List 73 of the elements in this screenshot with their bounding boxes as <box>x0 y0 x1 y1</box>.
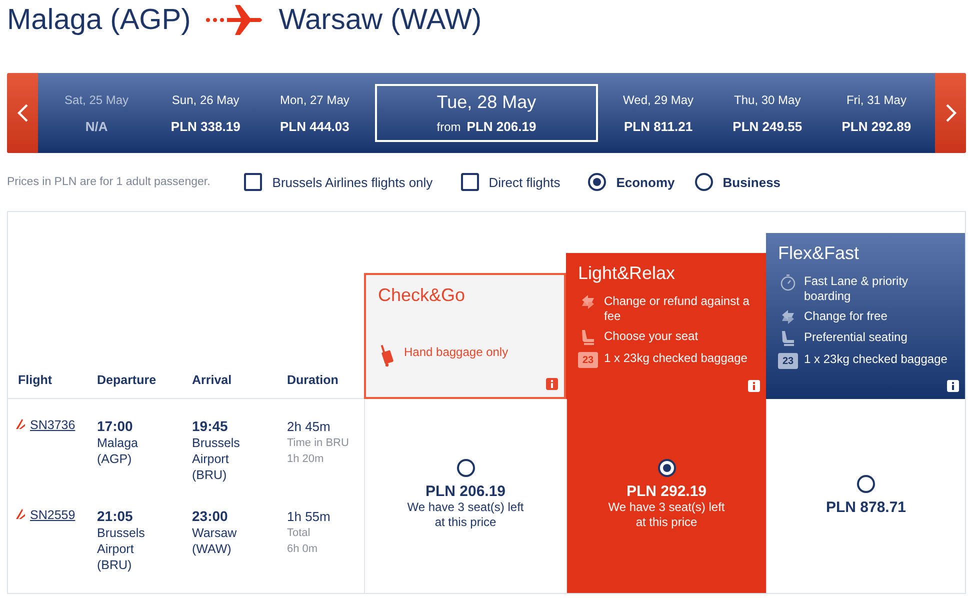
fare-price: PLN 292.19 <box>626 483 707 500</box>
seat-icon <box>780 330 796 347</box>
flight-number-link[interactable]: SN3736 <box>15 418 97 483</box>
fare-feature: 1 x 23kg checked baggage <box>804 352 948 367</box>
info-icon[interactable] <box>947 380 959 392</box>
price-note: Prices in PLN are for 1 adult passenger. <box>7 176 210 188</box>
column-header: Flight <box>18 373 54 387</box>
next-button[interactable] <box>935 73 966 153</box>
fare-feature: Preferential seating <box>804 330 908 345</box>
radio-button[interactable] <box>694 173 713 191</box>
duration-label: Time in BRU <box>287 436 350 451</box>
fare-feature: 1 x 23kg checked baggage <box>604 351 748 366</box>
destination-city: Warsaw (WAW) <box>278 4 482 36</box>
baggage-icon: 23 <box>578 352 598 368</box>
duration-value: 1h 20m <box>287 452 325 467</box>
date-option[interactable]: Mon, 27 May PLN 444.03 <box>260 92 370 134</box>
arrival-time: 19:45 <box>192 418 229 435</box>
seats-left-note: We have 3 seat(s) left at this price <box>406 500 525 530</box>
flight-number-link[interactable]: SN2559 <box>15 508 97 573</box>
departure-airport: Brussels Airport (BRU) <box>97 525 146 573</box>
fare-feature: Change for free <box>804 309 888 324</box>
arrival-time: 23:00 <box>192 508 229 525</box>
fare-name: Flex&Fast <box>778 243 860 264</box>
seat-icon <box>580 329 596 346</box>
column-header: Duration <box>287 373 340 387</box>
filter-checkbox[interactable]: Direct flights <box>460 173 560 191</box>
date-option[interactable]: Sun, 26 May PLN 338.19 <box>151 92 260 134</box>
column-header: Departure <box>97 373 158 387</box>
fare-feature: Change or refund against a fee <box>604 294 750 324</box>
fare-feature: Fast Lane & priority boarding <box>804 274 910 304</box>
stopwatch-icon <box>780 274 796 291</box>
flight-duration: 2h 45m <box>287 418 332 435</box>
radio-button[interactable] <box>588 173 606 191</box>
fare-name: Light&Relax <box>578 263 676 284</box>
date-option[interactable]: Tue, 28 May from PLN 206.19 <box>375 84 598 142</box>
swap-arrows-icon <box>780 309 796 325</box>
fare-price-cell[interactable]: PLN 292.19 We have 3 seat(s) left at this price <box>566 399 766 593</box>
cabin-radio[interactable]: Economy <box>588 173 675 191</box>
radio-button[interactable] <box>857 475 875 493</box>
previous-button[interactable] <box>7 73 38 153</box>
date-option[interactable]: Thu, 30 May PLN 249.55 <box>712 92 822 134</box>
baggage-icon: 23 <box>778 353 798 369</box>
departure-airport: Malaga (AGP) <box>97 435 139 467</box>
checkbox[interactable] <box>244 173 262 191</box>
arrival-airport: Brussels Airport (BRU) <box>192 435 241 483</box>
column-header: Arrival <box>192 373 233 387</box>
duration-label: Total <box>287 526 312 541</box>
airline-logo-icon <box>15 508 26 520</box>
luggage-icon <box>381 345 395 367</box>
fare-feature: Hand baggage only <box>404 345 508 360</box>
filter-checkbox[interactable]: Brussels Airlines flights only <box>244 173 433 191</box>
seats-left-note: We have 3 seat(s) left at this price <box>607 500 726 530</box>
date-option[interactable]: Wed, 29 May PLN 811.21 <box>604 92 713 134</box>
swap-arrows-icon <box>580 294 596 310</box>
radio-button[interactable] <box>658 459 676 477</box>
flight-duration: 1h 55m <box>287 508 332 525</box>
duration-value: 6h 0m <box>287 542 319 557</box>
fare-name: Check&Go <box>378 285 466 306</box>
date-option[interactable]: Fri, 31 May PLN 292.89 <box>822 92 931 134</box>
plane-icon <box>204 4 265 36</box>
fare-price: PLN 878.71 <box>826 499 906 516</box>
fare-feature: Choose your seat <box>604 329 698 344</box>
chevron-right-icon <box>944 103 956 123</box>
fare-price: PLN 206.19 <box>425 483 506 500</box>
chevron-left-icon <box>16 103 28 123</box>
origin-city: Malaga (AGP) <box>7 4 191 36</box>
checkbox[interactable] <box>460 173 479 191</box>
cabin-radio[interactable]: Business <box>694 173 781 191</box>
departure-time: 21:05 <box>97 508 134 525</box>
arrival-airport: Warsaw (WAW) <box>192 525 238 557</box>
departure-time: 17:00 <box>97 418 134 435</box>
radio-button[interactable] <box>456 459 474 477</box>
airline-logo-icon <box>15 418 26 430</box>
